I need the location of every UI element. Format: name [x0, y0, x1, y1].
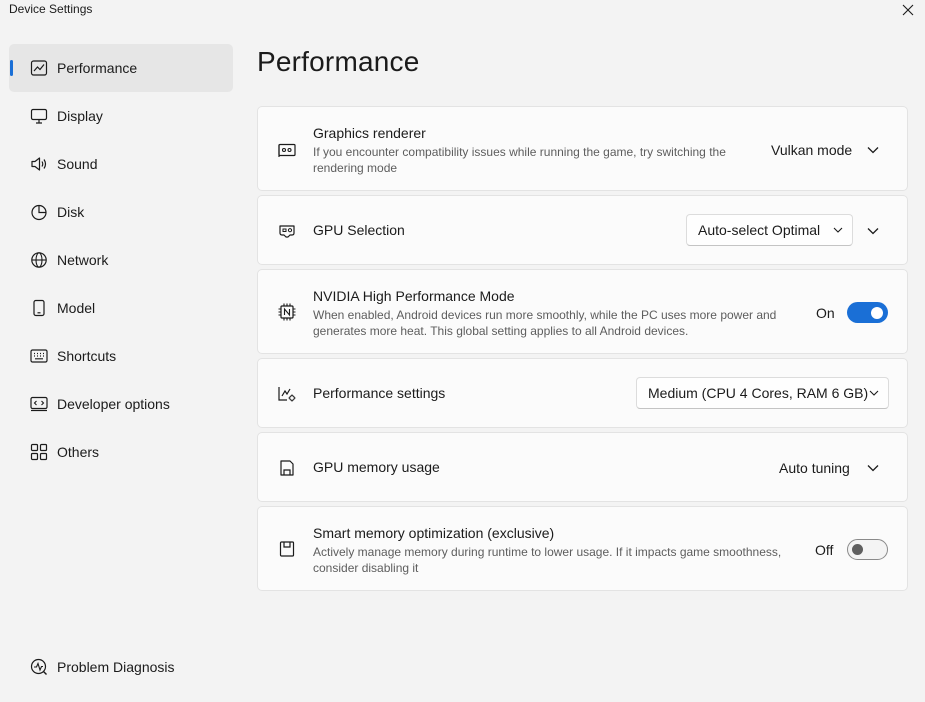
toggle-knob	[871, 306, 883, 319]
sidebar-item-sound[interactable]: Sound	[9, 140, 233, 188]
sidebar-item-developer-options[interactable]: Developer options	[9, 380, 233, 428]
sidebar-item-label: Sound	[57, 156, 98, 172]
chevron-down-icon	[832, 224, 844, 236]
sidebar-item-label: Others	[57, 444, 100, 460]
card-description: Actively manage memory during runtime to…	[313, 545, 782, 575]
sidebar: Performance Display Sound Disk Network M…	[9, 44, 233, 476]
smart-memory-card: Smart memory optimization (exclusive) Ac…	[257, 506, 908, 591]
chevron-down-icon	[868, 387, 880, 399]
memory-icon	[277, 458, 297, 478]
sidebar-item-label: Network	[57, 252, 109, 268]
speaker-icon	[29, 154, 49, 174]
toggle-state-label: Off	[815, 542, 834, 558]
phone-icon	[29, 298, 49, 318]
title-bar: Device Settings	[0, 0, 925, 22]
sidebar-item-display[interactable]: Display	[9, 92, 233, 140]
sidebar-item-network[interactable]: Network	[9, 236, 233, 284]
toggle-state-label: On	[816, 305, 835, 321]
close-button[interactable]	[899, 1, 917, 19]
gpu-select-dropdown[interactable]: Auto-select Optimal	[686, 214, 853, 246]
developer-icon	[29, 394, 49, 414]
sidebar-item-label: Model	[57, 300, 96, 316]
card-title: NVIDIA High Performance Mode	[313, 288, 515, 304]
pie-disk-icon	[29, 202, 49, 222]
sidebar-bottom: Problem Diagnosis	[9, 643, 233, 691]
gpu-selection-card: GPU Selection Auto-select Optimal	[257, 195, 908, 265]
dropdown-value: Auto-select Optimal	[698, 222, 821, 238]
graphics-renderer-card: Graphics renderer If you encounter compa…	[257, 106, 908, 191]
sidebar-item-label: Problem Diagnosis	[57, 659, 175, 675]
gpu-memory-value[interactable]: Auto tuning	[779, 460, 850, 476]
performance-settings-card: Performance settings Medium (CPU 4 Cores…	[257, 358, 908, 428]
gpu-memory-card: GPU memory usage Auto tuning	[257, 432, 908, 502]
sidebar-item-label: Developer options	[57, 396, 170, 412]
expand-chevron-icon[interactable]	[865, 223, 881, 239]
grid-icon	[29, 442, 49, 462]
sidebar-item-performance[interactable]: Performance	[9, 44, 233, 92]
performance-chart-icon	[29, 58, 49, 78]
close-icon	[902, 4, 914, 16]
graphics-card-icon	[277, 140, 297, 160]
nvidia-performance-card: NVIDIA High Performance Mode When enable…	[257, 269, 908, 354]
sidebar-item-label: Shortcuts	[57, 348, 117, 364]
card-title: GPU Selection	[313, 222, 405, 238]
renderer-value[interactable]: Vulkan mode	[771, 142, 852, 158]
card-description: When enabled, Android devices run more s…	[313, 308, 777, 338]
globe-icon	[29, 250, 49, 270]
performance-preset-dropdown[interactable]: Medium (CPU 4 Cores, RAM 6 GB)	[636, 377, 889, 409]
sidebar-item-disk[interactable]: Disk	[9, 188, 233, 236]
chevron-down-icon[interactable]	[865, 460, 881, 476]
sidebar-item-others[interactable]: Others	[9, 428, 233, 476]
sidebar-item-label: Display	[57, 108, 103, 124]
save-memory-icon	[277, 539, 297, 559]
chip-icon	[277, 302, 297, 322]
performance-settings-icon	[277, 384, 297, 404]
card-title: GPU memory usage	[313, 459, 440, 475]
card-title: Graphics renderer	[313, 125, 426, 141]
dropdown-value: Medium (CPU 4 Cores, RAM 6 GB)	[648, 385, 869, 401]
keyboard-icon	[29, 346, 49, 366]
sidebar-item-label: Disk	[57, 204, 85, 220]
sidebar-item-problem-diagnosis[interactable]: Problem Diagnosis	[9, 643, 233, 691]
card-title: Performance settings	[313, 385, 446, 401]
card-description: If you encounter compatibility issues wh…	[313, 145, 726, 175]
smart-memory-toggle[interactable]	[847, 539, 888, 560]
sidebar-item-label: Performance	[57, 60, 138, 76]
toggle-knob	[852, 544, 863, 555]
page-title: Performance	[257, 46, 420, 77]
card-title: Smart memory optimization (exclusive)	[313, 525, 555, 541]
chevron-down-icon[interactable]	[865, 142, 881, 158]
window-title: Device Settings	[9, 2, 93, 16]
monitor-icon	[29, 106, 49, 126]
nvidia-mode-toggle[interactable]	[847, 302, 888, 323]
sidebar-item-model[interactable]: Model	[9, 284, 233, 332]
gpu-icon	[277, 221, 297, 241]
diagnosis-icon	[29, 657, 49, 677]
sidebar-item-shortcuts[interactable]: Shortcuts	[9, 332, 233, 380]
